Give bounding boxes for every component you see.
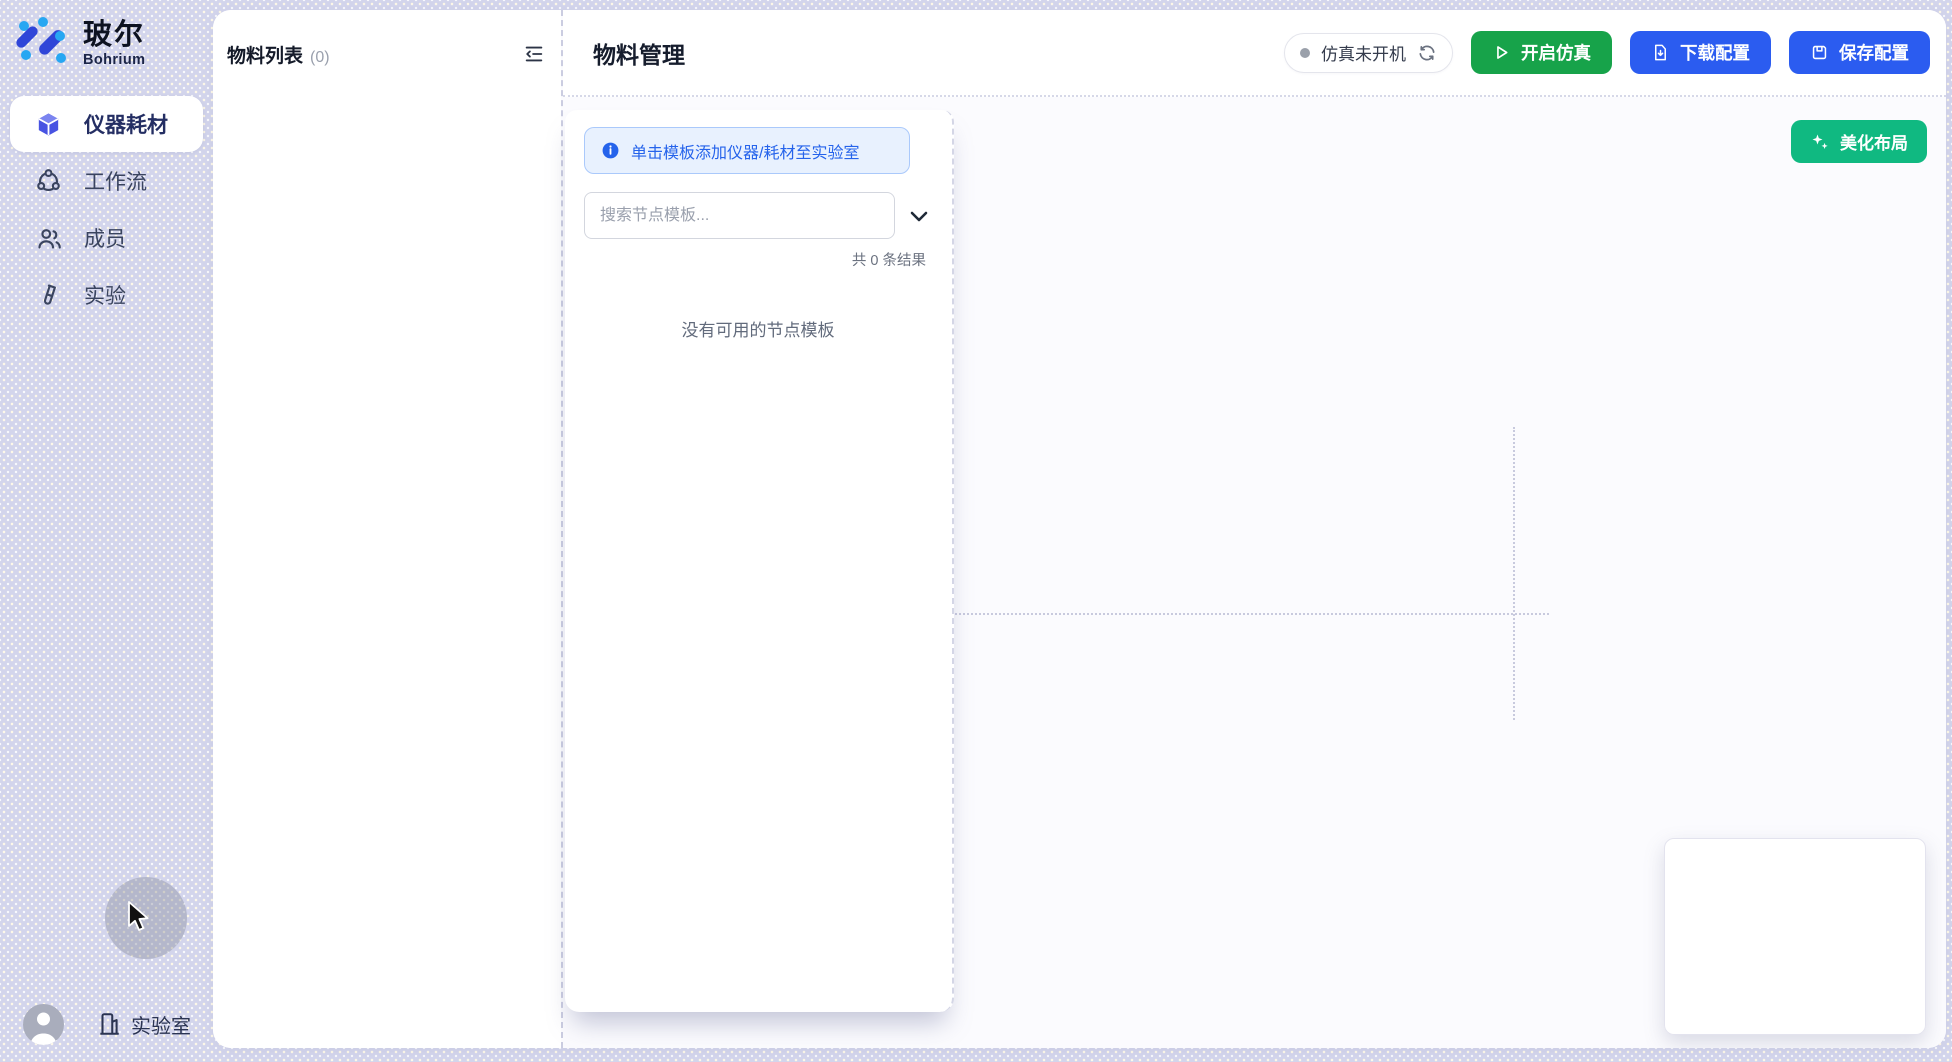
experiment-icon [35, 282, 62, 309]
refresh-icon[interactable] [1417, 43, 1437, 63]
save-icon [1810, 43, 1829, 62]
building-door-icon [96, 1011, 122, 1037]
material-list-panel: 物料列表 (0) [213, 10, 561, 1048]
lab-switcher[interactable]: 实验室 [96, 1010, 191, 1039]
sidebar-nav: 仪器耗材 工作流 成员 [10, 96, 203, 323]
workflow-icon [35, 168, 62, 195]
info-icon [601, 141, 620, 160]
main-area: 物料管理 仿真未开机 开启仿真 [561, 10, 1946, 1048]
brand-text: 玻尔 Bohrium [83, 16, 145, 68]
brand-name-en: Bohrium [83, 52, 145, 68]
sidebar: 玻尔 Bohrium 仪器耗材 工作流 [0, 0, 213, 1062]
material-list-count: (0) [310, 49, 330, 66]
beautify-layout-label: 美化布局 [1840, 129, 1908, 154]
content-card: 物料列表 (0) 物料管理 仿真未开机 [213, 10, 1946, 1048]
templates-tip-banner: 单击模板添加仪器/耗材至实验室 [584, 127, 910, 174]
sidebar-item-label: 成员 [84, 223, 126, 253]
material-list-header: 物料列表 (0) [213, 10, 561, 98]
minimap[interactable] [1664, 838, 1926, 1035]
save-config-label: 保存配置 [1839, 40, 1909, 65]
sparkles-icon [1810, 132, 1830, 152]
sidebar-item-label: 工作流 [84, 166, 147, 196]
templates-tip-text: 单击模板添加仪器/耗材至实验室 [631, 139, 859, 163]
sidebar-item-workflow[interactable]: 工作流 [10, 153, 203, 209]
canvas-guide-horizontal [952, 613, 1549, 615]
save-config-button[interactable]: 保存配置 [1789, 31, 1930, 74]
cube-icon [35, 111, 62, 138]
status-dot-icon [1300, 48, 1310, 58]
material-list-title-row: 物料列表 (0) [227, 41, 330, 68]
person-silhouette-icon [23, 1004, 64, 1045]
members-icon [35, 225, 62, 252]
flow-canvas[interactable]: 单击模板添加仪器/耗材至实验室 共 0 条结果 没有可用的节点模板 [563, 97, 1946, 1048]
brand-name-cn: 玻尔 [83, 16, 145, 52]
chevron-down-icon[interactable] [907, 204, 931, 228]
app-root: 玻尔 Bohrium 仪器耗材 工作流 [0, 0, 1952, 1062]
sidebar-item-members[interactable]: 成员 [10, 210, 203, 266]
lab-label: 实验室 [131, 1010, 191, 1039]
results-count: 共 0 条结果 [584, 249, 932, 270]
collapse-panel-icon[interactable] [523, 43, 545, 65]
play-icon [1492, 43, 1511, 62]
avatar[interactable] [23, 1004, 64, 1045]
start-simulation-label: 开启仿真 [1521, 40, 1591, 65]
main-header: 物料管理 仿真未开机 开启仿真 [563, 10, 1946, 97]
download-config-button[interactable]: 下载配置 [1630, 31, 1771, 74]
bohrium-logo-icon [16, 16, 68, 68]
start-simulation-button[interactable]: 开启仿真 [1471, 31, 1612, 74]
sim-status-text: 仿真未开机 [1321, 40, 1406, 65]
templates-empty-text: 没有可用的节点模板 [584, 316, 932, 341]
download-config-label: 下载配置 [1680, 40, 1750, 65]
brand-logo: 玻尔 Bohrium [0, 0, 213, 68]
node-templates-panel: 单击模板添加仪器/耗材至实验室 共 0 条结果 没有可用的节点模板 [565, 110, 954, 1012]
canvas-guide-vertical [1513, 427, 1515, 720]
sidebar-item-label: 实验 [84, 280, 126, 310]
file-download-icon [1651, 43, 1670, 62]
template-search-input[interactable] [584, 192, 895, 239]
sidebar-footer: 实验室 [0, 998, 213, 1050]
sim-status-pill: 仿真未开机 [1284, 33, 1453, 73]
sidebar-item-experiments[interactable]: 实验 [10, 267, 203, 323]
template-search-row [584, 192, 932, 239]
material-list-title: 物料列表 [227, 46, 303, 67]
sidebar-item-label: 仪器耗材 [84, 109, 168, 139]
beautify-layout-button[interactable]: 美化布局 [1791, 120, 1927, 163]
page-title: 物料管理 [593, 36, 685, 70]
sidebar-item-instruments[interactable]: 仪器耗材 [10, 96, 203, 152]
